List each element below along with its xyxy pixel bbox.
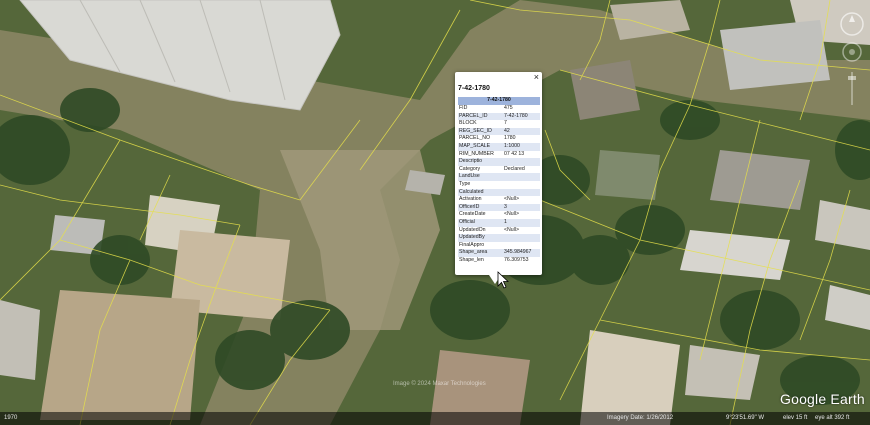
close-icon[interactable]: × [534, 73, 539, 82]
table-row: FID 475 [459, 105, 513, 111]
imagery-copyright: Image © 2024 Maxar Technologies [393, 381, 486, 387]
table-row: PARCEL_NO 1780 [459, 135, 516, 142]
historical-imagery-year[interactable]: 1970 [4, 415, 17, 421]
status-bar: 1970 Imagery Date: 1/26/2012 9°23'51.69"… [0, 412, 870, 425]
popup-title: 7-42-1780 [458, 85, 490, 92]
table-row: RIM_NUMBER 07 42 13 [459, 150, 525, 157]
imagery-date: Imagery Date: 1/26/2012 [607, 415, 674, 421]
table-row: UpdatedBy [458, 234, 540, 242]
google-earth-logo: Google Earth [780, 391, 865, 407]
table-row: Descriptio [458, 158, 540, 166]
compass-icon[interactable] [840, 12, 864, 36]
eye-altitude-readout: eye alt 392 ft [815, 415, 850, 421]
table-row: CreateDate <Null> [459, 211, 519, 218]
navigation-controls[interactable] [838, 10, 866, 110]
table-row: Type [459, 180, 471, 187]
parcel-info-popup: × 7-42-1780 7-42-1780 FID 475 PARCEL_ID 7-… [455, 72, 542, 284]
elevation-readout: elev 15 ft [783, 415, 808, 421]
table-row: Calculated [458, 188, 540, 197]
table-row: REG_SEC_ID 42 [458, 127, 540, 136]
attribute-table-header: 7-42-1780 [458, 97, 540, 105]
table-row: OfficerID 3 [458, 203, 540, 212]
mouse-pointer-icon [497, 271, 509, 289]
table-row: UpdatedOn <Null> [459, 226, 519, 233]
table-row: Shape_len 76.309753 [459, 256, 529, 263]
zoom-slider-icon[interactable] [848, 72, 856, 105]
table-row: Official 1 [458, 218, 540, 227]
table-row: LandUse [458, 173, 540, 181]
table-row: FinalAppro [459, 241, 485, 248]
table-row: MAP_SCALE 1:1000 [458, 142, 540, 151]
table-row: Activation <Null> [459, 196, 519, 203]
satellite-map[interactable] [0, 0, 870, 425]
table-row: BLOCK 7 [459, 120, 507, 127]
attribute-table: 7-42-1780 FID 475 PARCEL_ID 7-42-1780 BLOC… [458, 97, 540, 264]
coordinates-readout: 9°23'51.69" W [726, 415, 765, 421]
table-row: Category Declared [459, 165, 525, 172]
table-row: Shape_area 345.984967 [458, 249, 540, 257]
look-joystick-icon[interactable] [842, 42, 862, 62]
table-row: PARCEL_ID 7-42-1780 [458, 112, 540, 121]
